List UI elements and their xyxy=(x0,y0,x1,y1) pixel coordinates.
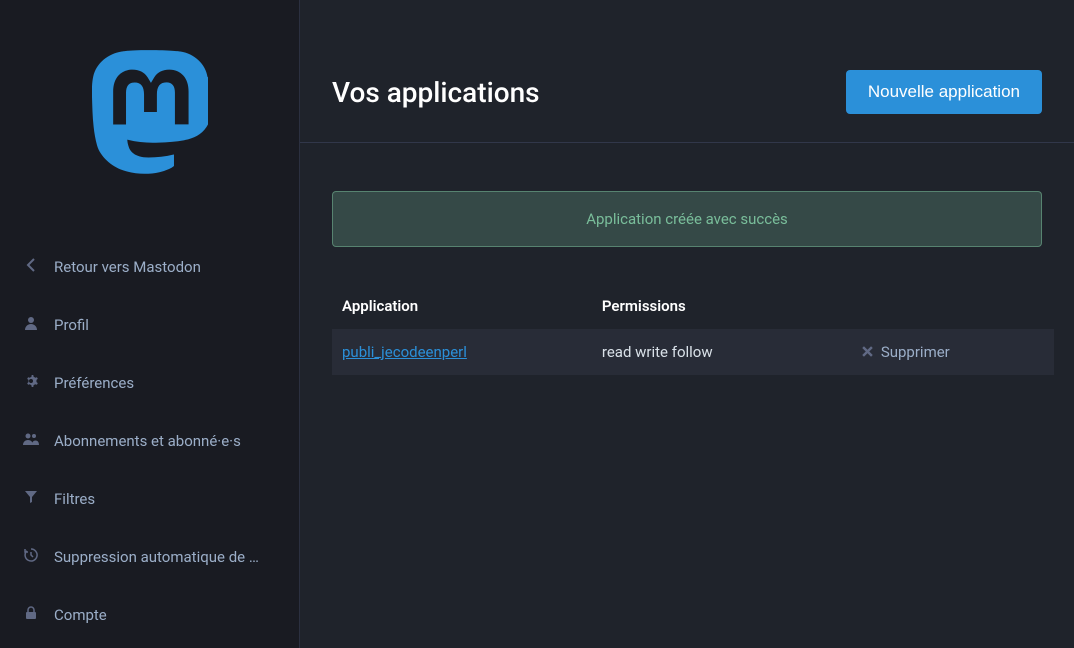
sidebar: Retour vers Mastodon Profil Préférences … xyxy=(0,0,300,648)
sidebar-item-profile[interactable]: Profil xyxy=(0,296,299,354)
content-area: Application créée avec succès Applicatio… xyxy=(300,143,1074,407)
delete-label: Supprimer xyxy=(881,343,950,361)
mastodon-logo-icon xyxy=(92,50,208,178)
page-header: Vos applications Nouvelle application xyxy=(300,0,1074,143)
sidebar-item-label: Compte xyxy=(54,606,107,624)
sidebar-item-label: Suppression automatique de … xyxy=(54,548,259,566)
gear-icon xyxy=(22,374,40,392)
table-row: publi_jecodeenperl read write follow Sup… xyxy=(332,329,1054,375)
users-icon xyxy=(22,432,40,450)
sidebar-item-label: Retour vers Mastodon xyxy=(54,258,201,276)
chevron-left-icon xyxy=(22,258,40,276)
sidebar-item-label: Profil xyxy=(54,316,89,334)
sidebar-item-autodel[interactable]: Suppression automatique de … xyxy=(0,528,299,586)
sidebar-item-preferences[interactable]: Préférences xyxy=(0,354,299,412)
sidebar-item-filters[interactable]: Filtres xyxy=(0,470,299,528)
flash-success: Application créée avec succès xyxy=(332,191,1042,247)
filter-icon xyxy=(22,490,40,508)
sidebar-nav: Retour vers Mastodon Profil Préférences … xyxy=(0,238,299,644)
lock-icon xyxy=(22,606,40,624)
new-application-button[interactable]: Nouvelle application xyxy=(846,70,1042,114)
user-icon xyxy=(22,316,40,334)
delete-button[interactable]: Supprimer xyxy=(862,343,950,361)
applications-table: Application Permissions publi_jecodeenpe… xyxy=(332,283,1054,375)
sidebar-item-label: Préférences xyxy=(54,374,134,392)
col-header-permissions: Permissions xyxy=(592,283,852,329)
logo-area xyxy=(0,0,299,238)
main-content: Vos applications Nouvelle application Ap… xyxy=(300,0,1074,648)
sidebar-item-back[interactable]: Retour vers Mastodon xyxy=(0,238,299,296)
col-header-application: Application xyxy=(332,283,592,329)
sidebar-item-label: Abonnements et abonné·e·s xyxy=(54,432,241,450)
sidebar-item-label: Filtres xyxy=(54,490,95,508)
page-title: Vos applications xyxy=(332,76,540,109)
application-link[interactable]: publi_jecodeenperl xyxy=(342,343,467,361)
close-icon xyxy=(862,343,873,361)
sidebar-item-follows[interactable]: Abonnements et abonné·e·s xyxy=(0,412,299,470)
sidebar-item-account[interactable]: Compte xyxy=(0,586,299,644)
history-icon xyxy=(22,548,40,566)
permissions-cell: read write follow xyxy=(592,329,852,375)
col-header-actions xyxy=(852,283,1054,329)
